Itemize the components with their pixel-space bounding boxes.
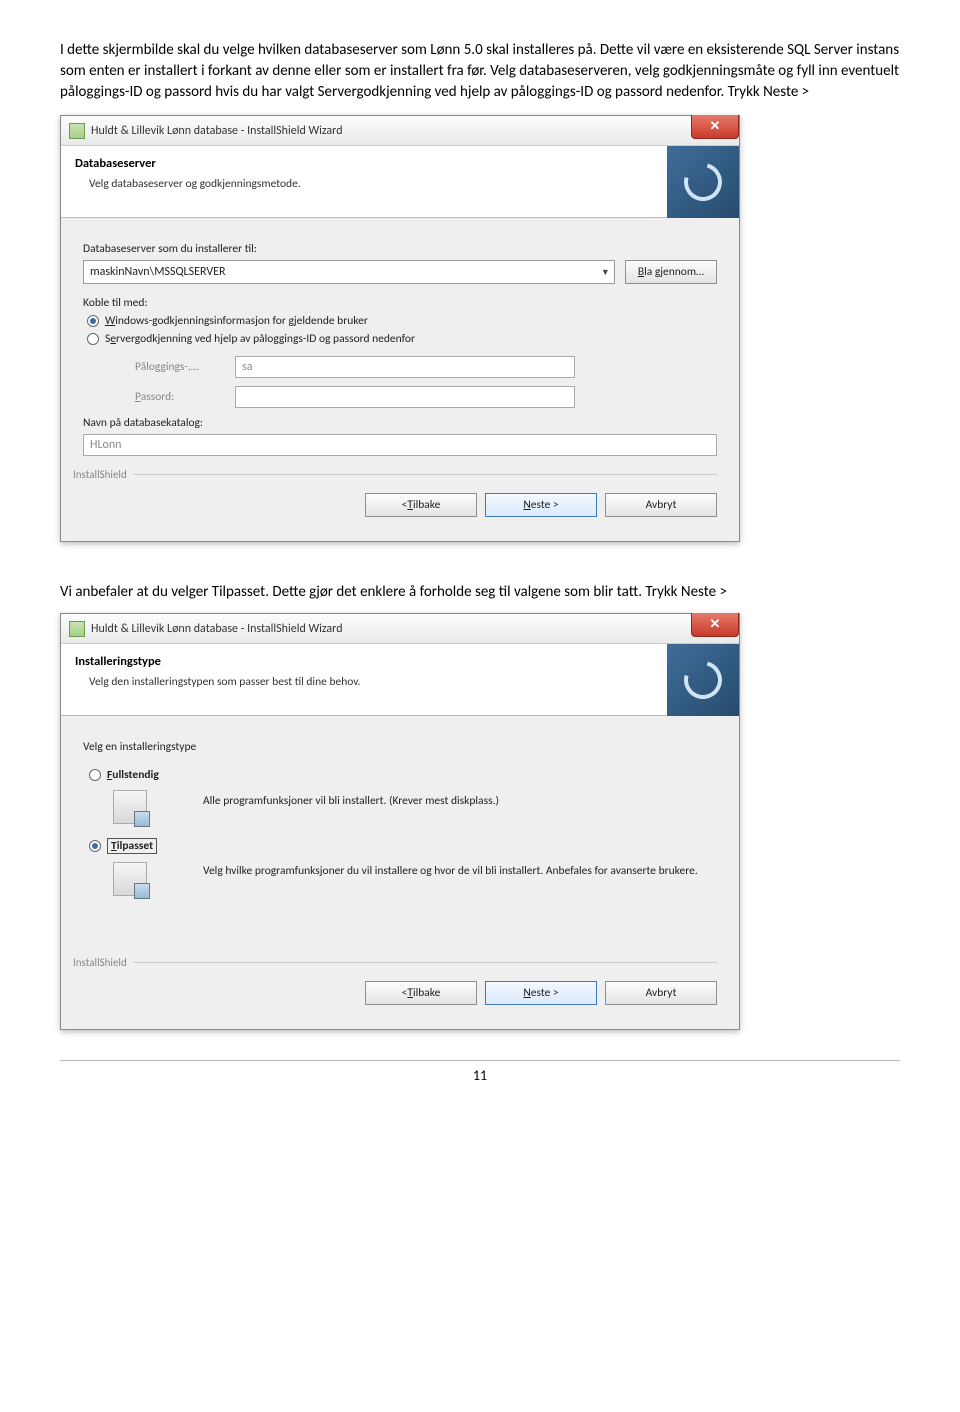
- radio-windows-auth[interactable]: Windows-godkjenningsinformasjon for gjel…: [87, 314, 717, 328]
- radio-full[interactable]: Fullstendig: [89, 768, 159, 782]
- header-title: Installeringstype: [75, 654, 725, 669]
- installshield-label: InstallShield: [73, 956, 717, 969]
- server-combo-value: maskinNavn\MSSQLSERVER: [90, 265, 226, 279]
- radio-icon: [89, 840, 101, 852]
- cancel-button[interactable]: Avbryt: [605, 493, 717, 517]
- mid-paragraph: Vi anbefaler at du velger Tilpasset. Det…: [60, 582, 900, 603]
- next-button[interactable]: Neste >: [485, 981, 597, 1005]
- choose-type-label: Velg en installeringstype: [83, 740, 717, 754]
- titlebar: Huldt & Lillevik Lønn database - Install…: [61, 614, 739, 644]
- brand-logo: [667, 644, 739, 716]
- swirl-icon: [677, 654, 729, 706]
- cancel-button[interactable]: Avbryt: [605, 981, 717, 1005]
- intro-paragraph: I dette skjermbilde skal du velge hvilke…: [60, 40, 900, 103]
- radio-icon: [87, 315, 99, 327]
- full-description: Alle programfunksjoner vil bli installer…: [203, 768, 717, 808]
- radio-server-auth[interactable]: Servergodkjenning ved hjelp av pålogging…: [87, 332, 717, 346]
- brand-logo: [667, 146, 739, 218]
- dialog-database-server: Huldt & Lillevik Lønn database - Install…: [60, 115, 740, 542]
- password-input[interactable]: [235, 386, 575, 408]
- radio-custom[interactable]: Tilpasset: [89, 838, 157, 854]
- dialog-header: Databaseserver Velg databaseserver og go…: [61, 146, 739, 218]
- swirl-icon: [677, 156, 729, 208]
- installshield-label: InstallShield: [73, 468, 717, 481]
- login-input[interactable]: sa: [235, 356, 575, 378]
- next-button[interactable]: Neste >: [485, 493, 597, 517]
- titlebar: Huldt & Lillevik Lønn database - Install…: [61, 116, 739, 146]
- custom-description: Velg hvilke programfunksjoner du vil ins…: [203, 838, 717, 878]
- wizard-icon: [69, 621, 85, 637]
- dialog-title: Huldt & Lillevik Lønn database - Install…: [91, 622, 343, 636]
- close-icon: ✕: [710, 119, 721, 134]
- connect-label: Koble til med:: [83, 296, 717, 310]
- radio-icon: [89, 769, 101, 781]
- back-button[interactable]: < Tilbake: [365, 981, 477, 1005]
- server-combo[interactable]: maskinNavn\MSSQLSERVER ▼: [83, 260, 615, 284]
- catalog-input[interactable]: HLonn: [83, 434, 717, 456]
- setup-custom-icon: [113, 862, 147, 896]
- login-label: Påloggings-,…: [135, 360, 225, 374]
- chevron-down-icon: ▼: [601, 267, 610, 278]
- radio-icon: [87, 333, 99, 345]
- wizard-icon: [69, 123, 85, 139]
- header-subtitle: Velg databaseserver og godkjenningsmetod…: [89, 177, 725, 191]
- browse-button[interactable]: BBla gjennom…la gjennom…: [625, 260, 717, 284]
- close-button[interactable]: ✕: [691, 613, 739, 637]
- page-number: 11: [60, 1060, 900, 1084]
- dialog-body: Velg en installeringstype Fullstendig Al…: [61, 716, 739, 1029]
- back-button[interactable]: < Tilbake: [365, 493, 477, 517]
- dialog-header: Installeringstype Velg den installerings…: [61, 644, 739, 716]
- dialog-title: Huldt & Lillevik Lønn database - Install…: [91, 124, 343, 138]
- header-subtitle: Velg den installeringstypen som passer b…: [89, 675, 725, 689]
- setup-full-icon: [113, 790, 147, 824]
- password-label: Passord:: [135, 390, 225, 404]
- close-button[interactable]: ✕: [691, 115, 739, 139]
- dialog-install-type: Huldt & Lillevik Lønn database - Install…: [60, 613, 740, 1030]
- header-title: Databaseserver: [75, 156, 725, 171]
- catalog-label: Navn på databasekatalog:: [83, 416, 717, 430]
- install-to-label: Databaseserver som du installerer til:: [83, 242, 717, 256]
- dialog-body: Databaseserver som du installerer til: m…: [61, 218, 739, 541]
- close-icon: ✕: [710, 617, 721, 632]
